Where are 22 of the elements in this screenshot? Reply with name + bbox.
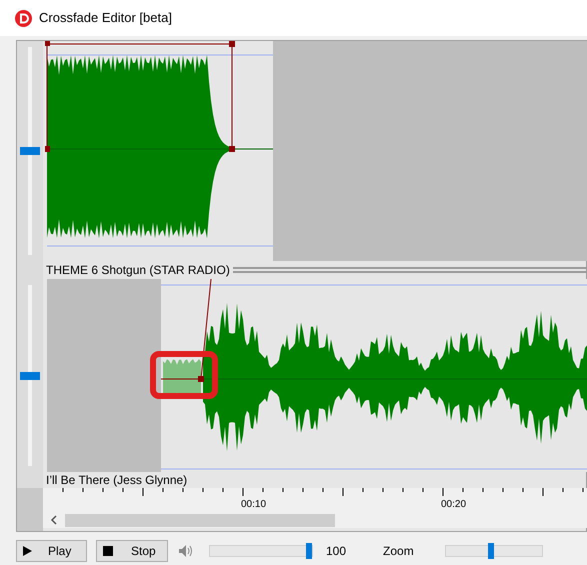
stop-icon <box>103 546 113 556</box>
app-logo-icon <box>15 10 32 26</box>
time-label: 00:20 <box>441 498 466 512</box>
window-title: Crossfade Editor [beta] <box>39 9 172 28</box>
zoom-label: Zoom <box>383 543 414 560</box>
volume-reading: 100 <box>326 543 346 560</box>
stop-button[interactable]: Stop <box>96 540 168 562</box>
horizontal-slider[interactable] <box>444 545 543 557</box>
slider-thumb[interactable] <box>20 147 40 155</box>
play-icon <box>23 546 32 556</box>
slider-thumb[interactable] <box>306 543 312 559</box>
horizontal-scrollbar[interactable] <box>43 512 587 528</box>
slider-thumb[interactable] <box>488 543 494 559</box>
scroll-thumb[interactable] <box>65 514 335 526</box>
play-button[interactable]: Play <box>16 540 87 562</box>
track-label: I’ll Be There (Jess Glynne) <box>45 472 188 488</box>
corner-panel <box>17 488 43 531</box>
annotation-mark <box>150 351 218 399</box>
slider-thumb[interactable] <box>20 372 40 380</box>
time-label: 00:10 <box>241 498 266 512</box>
speaker-icon <box>178 544 194 558</box>
horizontal-slider[interactable] <box>209 545 313 557</box>
